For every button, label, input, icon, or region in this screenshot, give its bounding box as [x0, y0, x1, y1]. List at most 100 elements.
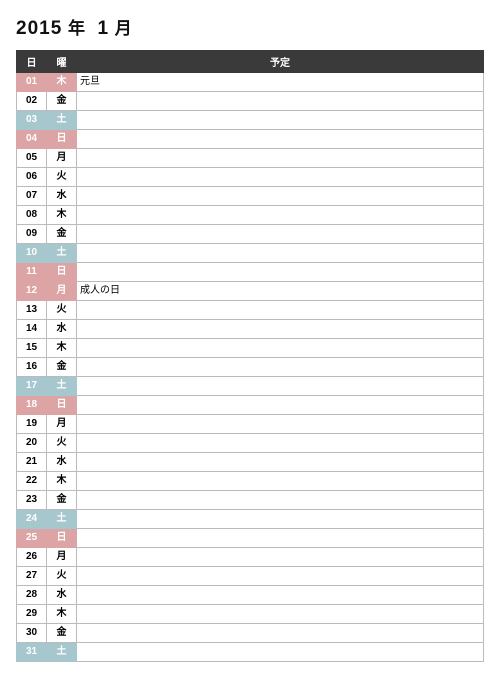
cell-day: 10 — [17, 244, 47, 263]
cell-schedule — [77, 130, 484, 149]
cell-schedule — [77, 453, 484, 472]
cell-day: 19 — [17, 415, 47, 434]
table-row: 23金 — [17, 491, 484, 510]
cell-day: 29 — [17, 605, 47, 624]
cell-day: 30 — [17, 624, 47, 643]
cell-schedule — [77, 567, 484, 586]
cell-dow: 日 — [47, 529, 77, 548]
cell-schedule — [77, 529, 484, 548]
cell-schedule — [77, 358, 484, 377]
cell-schedule: 元旦 — [77, 73, 484, 92]
cell-day: 26 — [17, 548, 47, 567]
cell-dow: 水 — [47, 187, 77, 206]
cell-day: 16 — [17, 358, 47, 377]
cell-schedule — [77, 111, 484, 130]
cell-dow: 火 — [47, 567, 77, 586]
cell-dow: 金 — [47, 624, 77, 643]
table-row: 19月 — [17, 415, 484, 434]
cell-schedule — [77, 244, 484, 263]
cell-day: 22 — [17, 472, 47, 491]
cell-dow: 月 — [47, 548, 77, 567]
cell-day: 14 — [17, 320, 47, 339]
cell-dow: 土 — [47, 111, 77, 130]
cell-dow: 月 — [47, 282, 77, 301]
cell-schedule — [77, 187, 484, 206]
table-row: 15木 — [17, 339, 484, 358]
cell-schedule — [77, 225, 484, 244]
cell-dow: 土 — [47, 643, 77, 662]
table-row: 31土 — [17, 643, 484, 662]
cell-schedule — [77, 605, 484, 624]
cell-schedule — [77, 491, 484, 510]
cell-day: 15 — [17, 339, 47, 358]
cell-schedule — [77, 510, 484, 529]
title-year-suffix: 年 — [68, 19, 86, 38]
cell-dow: 金 — [47, 225, 77, 244]
table-row: 17土 — [17, 377, 484, 396]
cell-schedule — [77, 339, 484, 358]
cell-day: 20 — [17, 434, 47, 453]
cell-schedule — [77, 206, 484, 225]
table-row: 27火 — [17, 567, 484, 586]
calendar-table: 日 曜 予定 01木元旦02金03土04日05月06火07水08木09金10土1… — [16, 50, 484, 662]
table-row: 22木 — [17, 472, 484, 491]
table-row: 18日 — [17, 396, 484, 415]
cell-day: 04 — [17, 130, 47, 149]
cell-day: 21 — [17, 453, 47, 472]
cell-day: 12 — [17, 282, 47, 301]
cell-day: 03 — [17, 111, 47, 130]
cell-day: 05 — [17, 149, 47, 168]
cell-schedule — [77, 263, 484, 282]
table-row: 12月成人の日 — [17, 282, 484, 301]
table-row: 24土 — [17, 510, 484, 529]
table-row: 14水 — [17, 320, 484, 339]
cell-schedule — [77, 472, 484, 491]
cell-dow: 木 — [47, 206, 77, 225]
cell-day: 18 — [17, 396, 47, 415]
cell-day: 02 — [17, 92, 47, 111]
cell-day: 09 — [17, 225, 47, 244]
cell-dow: 日 — [47, 130, 77, 149]
cell-day: 08 — [17, 206, 47, 225]
cell-schedule — [77, 415, 484, 434]
cell-schedule — [77, 624, 484, 643]
cell-dow: 水 — [47, 453, 77, 472]
calendar-body: 01木元旦02金03土04日05月06火07水08木09金10土11日12月成人… — [17, 73, 484, 662]
header-dow: 曜 — [47, 51, 77, 73]
table-row: 09金 — [17, 225, 484, 244]
cell-schedule — [77, 548, 484, 567]
cell-schedule — [77, 586, 484, 605]
cell-schedule: 成人の日 — [77, 282, 484, 301]
table-row: 11日 — [17, 263, 484, 282]
cell-dow: 木 — [47, 339, 77, 358]
table-header-row: 日 曜 予定 — [17, 51, 484, 73]
cell-day: 07 — [17, 187, 47, 206]
cell-day: 25 — [17, 529, 47, 548]
cell-day: 23 — [17, 491, 47, 510]
cell-day: 28 — [17, 586, 47, 605]
title-year: 2015 — [16, 18, 62, 39]
cell-dow: 日 — [47, 396, 77, 415]
table-row: 16金 — [17, 358, 484, 377]
table-row: 06火 — [17, 168, 484, 187]
cell-dow: 火 — [47, 301, 77, 320]
cell-dow: 水 — [47, 586, 77, 605]
table-row: 28水 — [17, 586, 484, 605]
cell-schedule — [77, 320, 484, 339]
table-row: 05月 — [17, 149, 484, 168]
cell-dow: 土 — [47, 244, 77, 263]
cell-schedule — [77, 149, 484, 168]
table-row: 30金 — [17, 624, 484, 643]
cell-schedule — [77, 643, 484, 662]
cell-dow: 日 — [47, 263, 77, 282]
cell-dow: 土 — [47, 510, 77, 529]
cell-dow: 土 — [47, 377, 77, 396]
header-day: 日 — [17, 51, 47, 73]
cell-dow: 月 — [47, 149, 77, 168]
table-row: 01木元旦 — [17, 73, 484, 92]
table-row: 08木 — [17, 206, 484, 225]
table-row: 10土 — [17, 244, 484, 263]
cell-day: 27 — [17, 567, 47, 586]
cell-day: 31 — [17, 643, 47, 662]
title-month-suffix: 月 — [115, 19, 133, 38]
